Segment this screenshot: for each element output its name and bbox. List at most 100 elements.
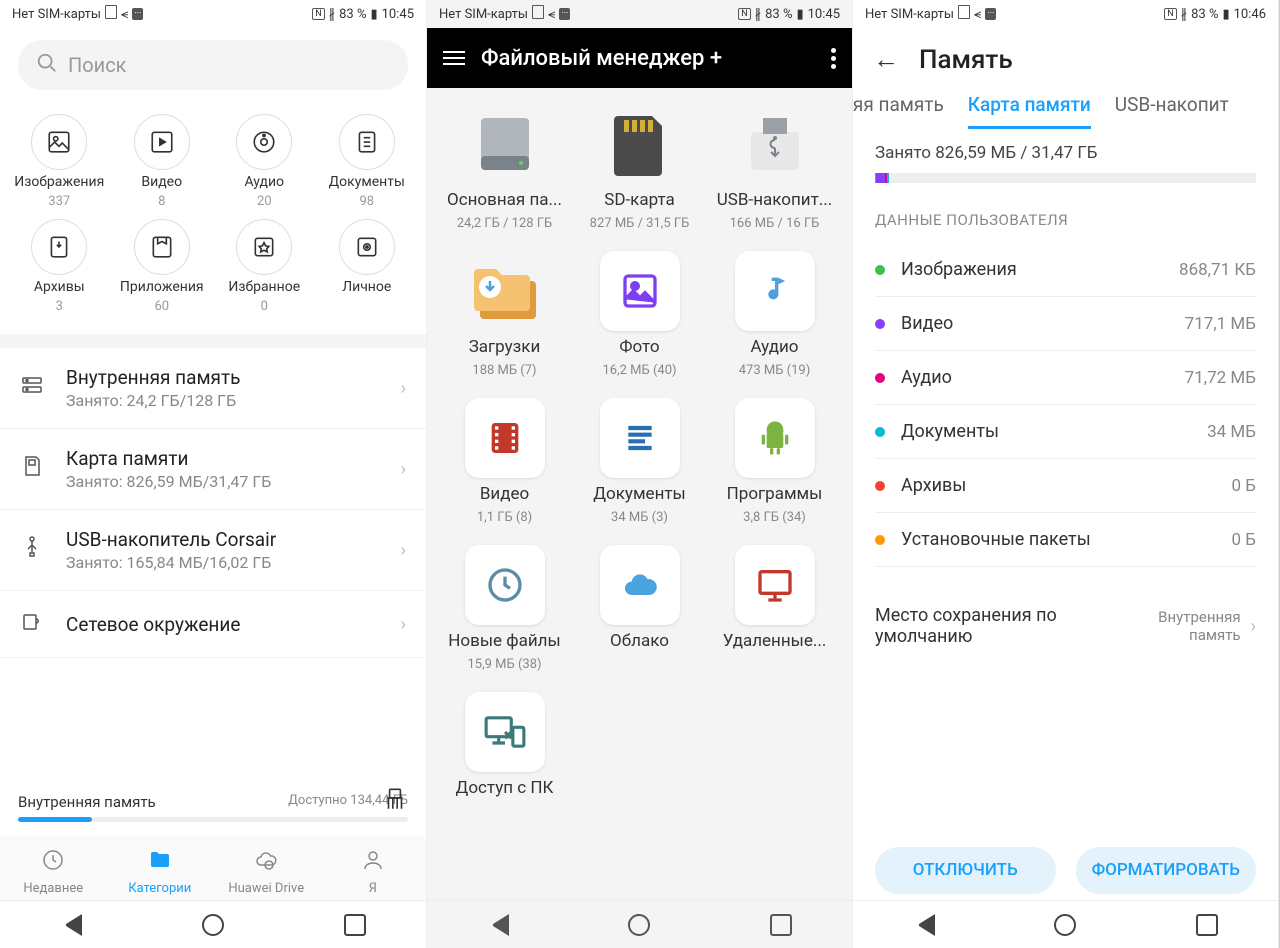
cloud-icon <box>600 545 680 625</box>
soft-keys <box>427 900 852 948</box>
sim-status: Нет SIM-карты <box>439 7 528 22</box>
usage-name: Видео <box>901 313 1169 334</box>
bluetooth-icon: ∦ <box>755 7 762 22</box>
color-dot <box>875 319 885 329</box>
fm-item-video[interactable]: Видео 1,1 ГБ (8) <box>445 398 564 525</box>
category-count: 20 <box>257 194 272 209</box>
storage-subtitle: Занято: 24,2 ГБ/128 ГБ <box>66 391 383 410</box>
back-key[interactable] <box>487 914 509 936</box>
item-sub: 3,8 ГБ (34) <box>743 510 806 525</box>
item-label: Новые файлы <box>448 631 560 651</box>
nfc-icon: N <box>1164 8 1176 20</box>
recent-key[interactable] <box>1196 914 1218 936</box>
usage-row-2[interactable]: Аудио 71,72 МБ <box>875 351 1256 405</box>
fm-item-doc[interactable]: Документы 34 МБ (3) <box>580 398 699 525</box>
category-0[interactable]: Изображения 337 <box>8 114 111 209</box>
category-1[interactable]: Видео 8 <box>111 114 214 209</box>
category-icon <box>236 219 292 275</box>
storage-item-2[interactable]: USB-накопитель Corsair Занято: 165,84 МБ… <box>0 510 426 591</box>
fm-item-sd[interactable]: SD-карта 827 МБ / 31,5 ГБ <box>580 104 699 231</box>
bottom-nav: Недавнее Категории Huawei Drive Я <box>0 836 426 900</box>
color-dot <box>875 373 885 383</box>
usage-row-3[interactable]: Документы 34 МБ <box>875 405 1256 459</box>
storage-subtitle: Занято: 826,59 МБ/31,47 ГБ <box>66 472 383 491</box>
page-title: Память <box>919 45 1013 75</box>
tab-internal[interactable]: нняя память <box>853 93 944 129</box>
category-count: 0 <box>261 299 268 314</box>
category-5[interactable]: Приложения 60 <box>111 219 214 314</box>
usage-value: 71,72 МБ <box>1185 368 1256 388</box>
category-4[interactable]: Архивы 3 <box>8 219 111 314</box>
back-key[interactable] <box>60 914 82 936</box>
menu-icon[interactable] <box>443 51 465 65</box>
item-label: SD-карта <box>604 190 675 210</box>
fm-item-cloud[interactable]: Облако <box>580 545 699 672</box>
recent-key[interactable] <box>344 914 366 936</box>
storage-item-1[interactable]: Карта памяти Занято: 826,59 МБ/31,47 ГБ … <box>0 429 426 510</box>
nav-me[interactable]: Я <box>320 848 427 896</box>
cleanup-icon[interactable] <box>382 786 408 818</box>
category-6[interactable]: Избранное 0 <box>213 219 316 314</box>
storage-title: Карта памяти <box>66 447 383 470</box>
home-key[interactable] <box>202 914 224 936</box>
chevron-right-icon: › <box>401 614 406 635</box>
category-2[interactable]: Аудио 20 <box>213 114 316 209</box>
fm-item-hdd[interactable]: Основная па... 24,2 ГБ / 128 ГБ <box>445 104 564 231</box>
storage-progress[interactable]: Внутренняя память Доступно 134,44 ГБ <box>0 783 426 822</box>
default-storage-row[interactable]: Место сохранения по умолчанию Внутренняя… <box>875 581 1256 655</box>
nfc-icon: N <box>738 8 750 20</box>
home-key[interactable] <box>628 914 650 936</box>
back-icon[interactable]: ← <box>873 44 899 75</box>
usb-icon <box>735 104 815 184</box>
chevron-right-icon: › <box>1251 616 1256 637</box>
nav-recent[interactable]: Недавнее <box>0 848 107 896</box>
battery-pct: 83 % <box>339 7 366 22</box>
clock-icon <box>41 848 65 878</box>
overflow-icon[interactable] <box>831 48 836 69</box>
item-label: USB-накопит... <box>717 190 832 210</box>
item-sub: 827 МБ / 31,5 ГБ <box>590 216 690 231</box>
audio-icon <box>735 251 815 331</box>
storage-item-0[interactable]: Внутренняя память Занято: 24,2 ГБ/128 ГБ… <box>0 348 426 429</box>
unmount-button[interactable]: ОТКЛЮЧИТЬ <box>875 847 1056 894</box>
fm-item-audio[interactable]: Аудио 473 МБ (19) <box>715 251 834 378</box>
usage-row-5[interactable]: Установочные пакеты 0 Б <box>875 513 1256 567</box>
fm-item-usb[interactable]: USB-накопит... 166 МБ / 16 ГБ <box>715 104 834 231</box>
search-input[interactable]: Поиск <box>18 40 408 90</box>
nav-drive[interactable]: Huawei Drive <box>213 848 320 896</box>
usage-row-4[interactable]: Архивы 0 Б <box>875 459 1256 513</box>
format-button[interactable]: ФОРМАТИРОВАТЬ <box>1076 847 1257 894</box>
app-icon <box>735 398 815 478</box>
back-key[interactable] <box>913 914 935 936</box>
item-sub: 1,1 ГБ (8) <box>477 510 532 525</box>
categories-grid: Изображения 337 Видео 8 Аудио 20 Докумен… <box>0 98 426 334</box>
home-key[interactable] <box>1054 914 1076 936</box>
tab-sdcard[interactable]: Карта памяти <box>968 93 1091 129</box>
usage-bar <box>875 173 1256 183</box>
page-header: ← Память <box>853 28 1278 83</box>
usage-row-0[interactable]: Изображения 868,71 КБ <box>875 243 1256 297</box>
fm-item-download[interactable]: Загрузки 188 МБ (7) <box>445 251 564 378</box>
storage-item-3[interactable]: Сетевое окружение › <box>0 591 426 658</box>
fm-item-photo[interactable]: Фото 16,2 МБ (40) <box>580 251 699 378</box>
category-7[interactable]: Личное <box>316 219 419 314</box>
item-sub: 188 МБ (7) <box>472 363 536 378</box>
tag-icon: ··· <box>985 8 996 20</box>
wifi-icon: ⪪ <box>121 7 128 22</box>
fm-item-app[interactable]: Программы 3,8 ГБ (34) <box>715 398 834 525</box>
usage-row-1[interactable]: Видео 717,1 МБ <box>875 297 1256 351</box>
fm-item-pc[interactable]: Доступ с ПК <box>445 692 564 798</box>
fm-item-clock[interactable]: Новые файлы 15,9 МБ (38) <box>445 545 564 672</box>
download-icon <box>465 251 545 331</box>
tab-usb[interactable]: USB-накопит <box>1115 93 1229 129</box>
fm-item-remote[interactable]: Удаленные... <box>715 545 834 672</box>
recent-key[interactable] <box>770 914 792 936</box>
search-icon <box>36 52 58 79</box>
category-3[interactable]: Документы 98 <box>316 114 419 209</box>
action-buttons: ОТКЛЮЧИТЬ ФОРМАТИРОВАТЬ <box>853 837 1278 900</box>
category-label: Архивы <box>34 279 85 295</box>
category-label: Видео <box>141 174 182 190</box>
storage-title: Сетевое окружение <box>66 613 383 636</box>
storage-subtitle: Занято: 165,84 МБ/16,02 ГБ <box>66 553 383 572</box>
nav-categories[interactable]: Категории <box>107 848 214 896</box>
